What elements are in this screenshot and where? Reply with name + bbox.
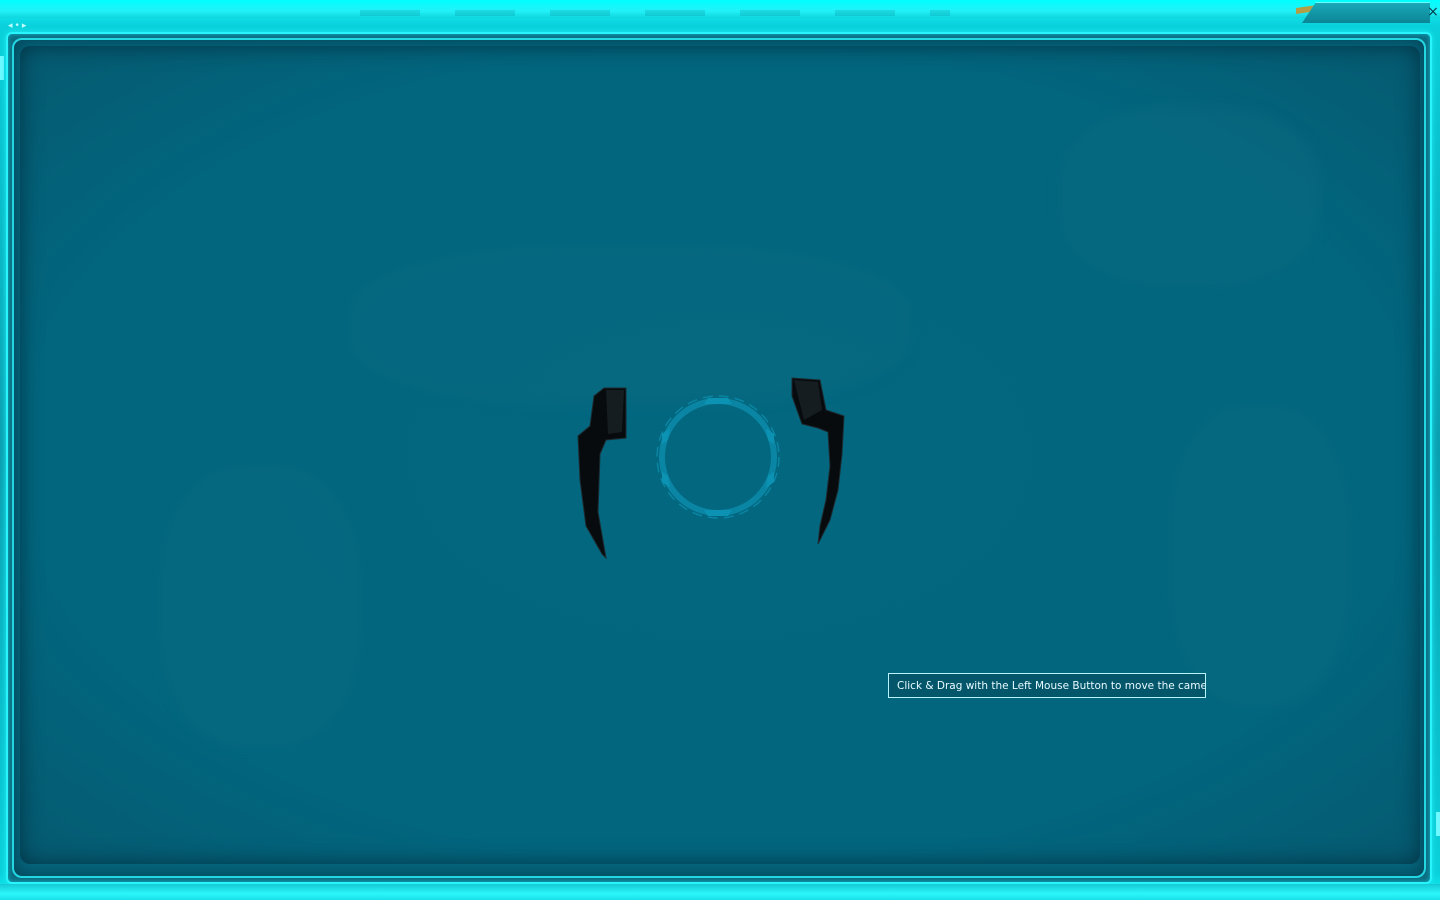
loading-ring bbox=[659, 398, 777, 516]
loading-ring-icon bbox=[577, 377, 845, 560]
background-silhouette bbox=[1060, 106, 1320, 286]
loading-indicator bbox=[556, 330, 856, 570]
back-arrow-icon[interactable]: ◂ bbox=[8, 20, 13, 32]
title-bar-tab bbox=[1302, 2, 1430, 23]
nav-dot-icon[interactable]: • bbox=[15, 20, 20, 32]
title-bar-decoration bbox=[360, 10, 950, 16]
title-bar[interactable] bbox=[0, 0, 1440, 18]
close-icon: × bbox=[1427, 4, 1439, 20]
left-edge-marker bbox=[0, 56, 4, 80]
game-window: × ◂ • ▸ Click & Drag with the Left Mouse… bbox=[0, 0, 1440, 900]
nav-controls: ◂ • ▸ bbox=[8, 20, 26, 32]
forward-arrow-icon[interactable]: ▸ bbox=[22, 20, 27, 32]
background-silhouette bbox=[160, 466, 360, 746]
bottom-bar bbox=[0, 884, 1440, 900]
camera-hint-tooltip: Click & Drag with the Left Mouse Button … bbox=[888, 673, 1206, 698]
right-edge-marker bbox=[1436, 812, 1440, 836]
close-button[interactable]: × bbox=[1426, 4, 1440, 20]
background-silhouette bbox=[1170, 406, 1350, 706]
